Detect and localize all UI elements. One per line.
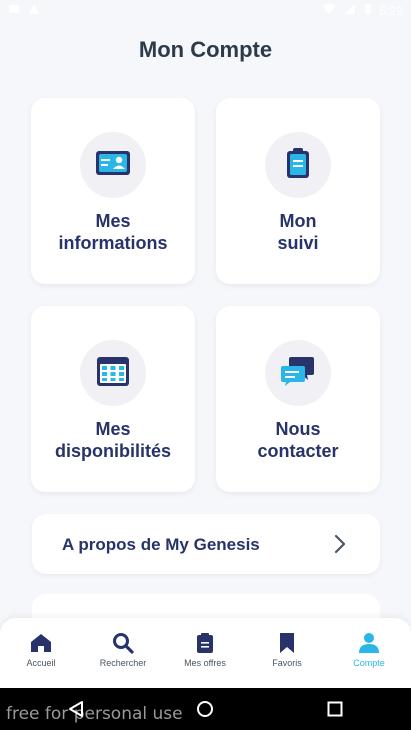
home-button-icon[interactable] xyxy=(196,700,214,723)
card-label: Mes disponibilités xyxy=(54,419,171,461)
nav-label: Accueil xyxy=(26,658,56,668)
card-mes-informations[interactable]: Mes informations xyxy=(31,98,195,284)
calendar-icon xyxy=(96,355,130,392)
battery-icon xyxy=(364,3,372,18)
nav-item-compte[interactable]: Compte xyxy=(328,628,410,668)
nav-label: Rechercher xyxy=(99,658,147,668)
card-mes-disponibilites[interactable]: Mes disponibilités xyxy=(31,306,195,492)
system-navigation-bar: free for personal use xyxy=(0,688,411,730)
bookmark-icon xyxy=(246,628,328,658)
signal-icon xyxy=(344,3,356,18)
status-time: 6:29 xyxy=(379,3,403,18)
user-icon xyxy=(328,628,410,658)
nav-item-favoris[interactable]: Favoris xyxy=(246,628,328,668)
warning-icon xyxy=(28,3,40,18)
chevron-right-icon xyxy=(334,534,346,559)
nav-item-mes-offres[interactable]: Mes offres xyxy=(164,628,246,668)
home-icon xyxy=(0,628,82,658)
card-icon-circle xyxy=(80,132,146,198)
about-my-genesis-item[interactable]: A propos de My Genesis xyxy=(32,514,380,574)
watermark-text: free for personal use xyxy=(6,704,183,724)
bottom-navigation: Accueil Rechercher Mes offres Favoris Co… xyxy=(0,618,411,688)
recents-icon[interactable] xyxy=(326,700,344,723)
card-label: Nous contacter xyxy=(257,419,339,461)
card-mon-suivi[interactable]: Mon suivi xyxy=(216,98,380,284)
about-label: A propos de My Genesis xyxy=(62,535,260,554)
nav-label: Favoris xyxy=(272,658,302,668)
card-label: Mes informations xyxy=(58,211,168,253)
nav-item-rechercher[interactable]: Rechercher xyxy=(82,628,164,668)
id-card-icon xyxy=(95,150,131,181)
clipboard-icon xyxy=(164,628,246,658)
search-icon xyxy=(82,628,164,658)
card-nous-contacter[interactable]: Nous contacter xyxy=(216,306,380,492)
wifi-icon xyxy=(322,3,336,18)
nav-label: Mes offres xyxy=(184,658,226,668)
card-icon-circle xyxy=(265,340,331,406)
card-icon-circle xyxy=(80,340,146,406)
nav-item-accueil[interactable]: Accueil xyxy=(0,628,82,668)
status-bar: 6:29 xyxy=(0,0,411,24)
nav-label: Compte xyxy=(353,658,385,668)
chat-icon xyxy=(281,355,315,392)
page-title: Mon Compte xyxy=(138,37,273,62)
clipboard-icon xyxy=(285,147,311,184)
notification-icon xyxy=(8,3,20,18)
back-icon[interactable] xyxy=(67,700,85,723)
card-icon-circle xyxy=(265,132,331,198)
card-label: Mon suivi xyxy=(277,211,319,253)
